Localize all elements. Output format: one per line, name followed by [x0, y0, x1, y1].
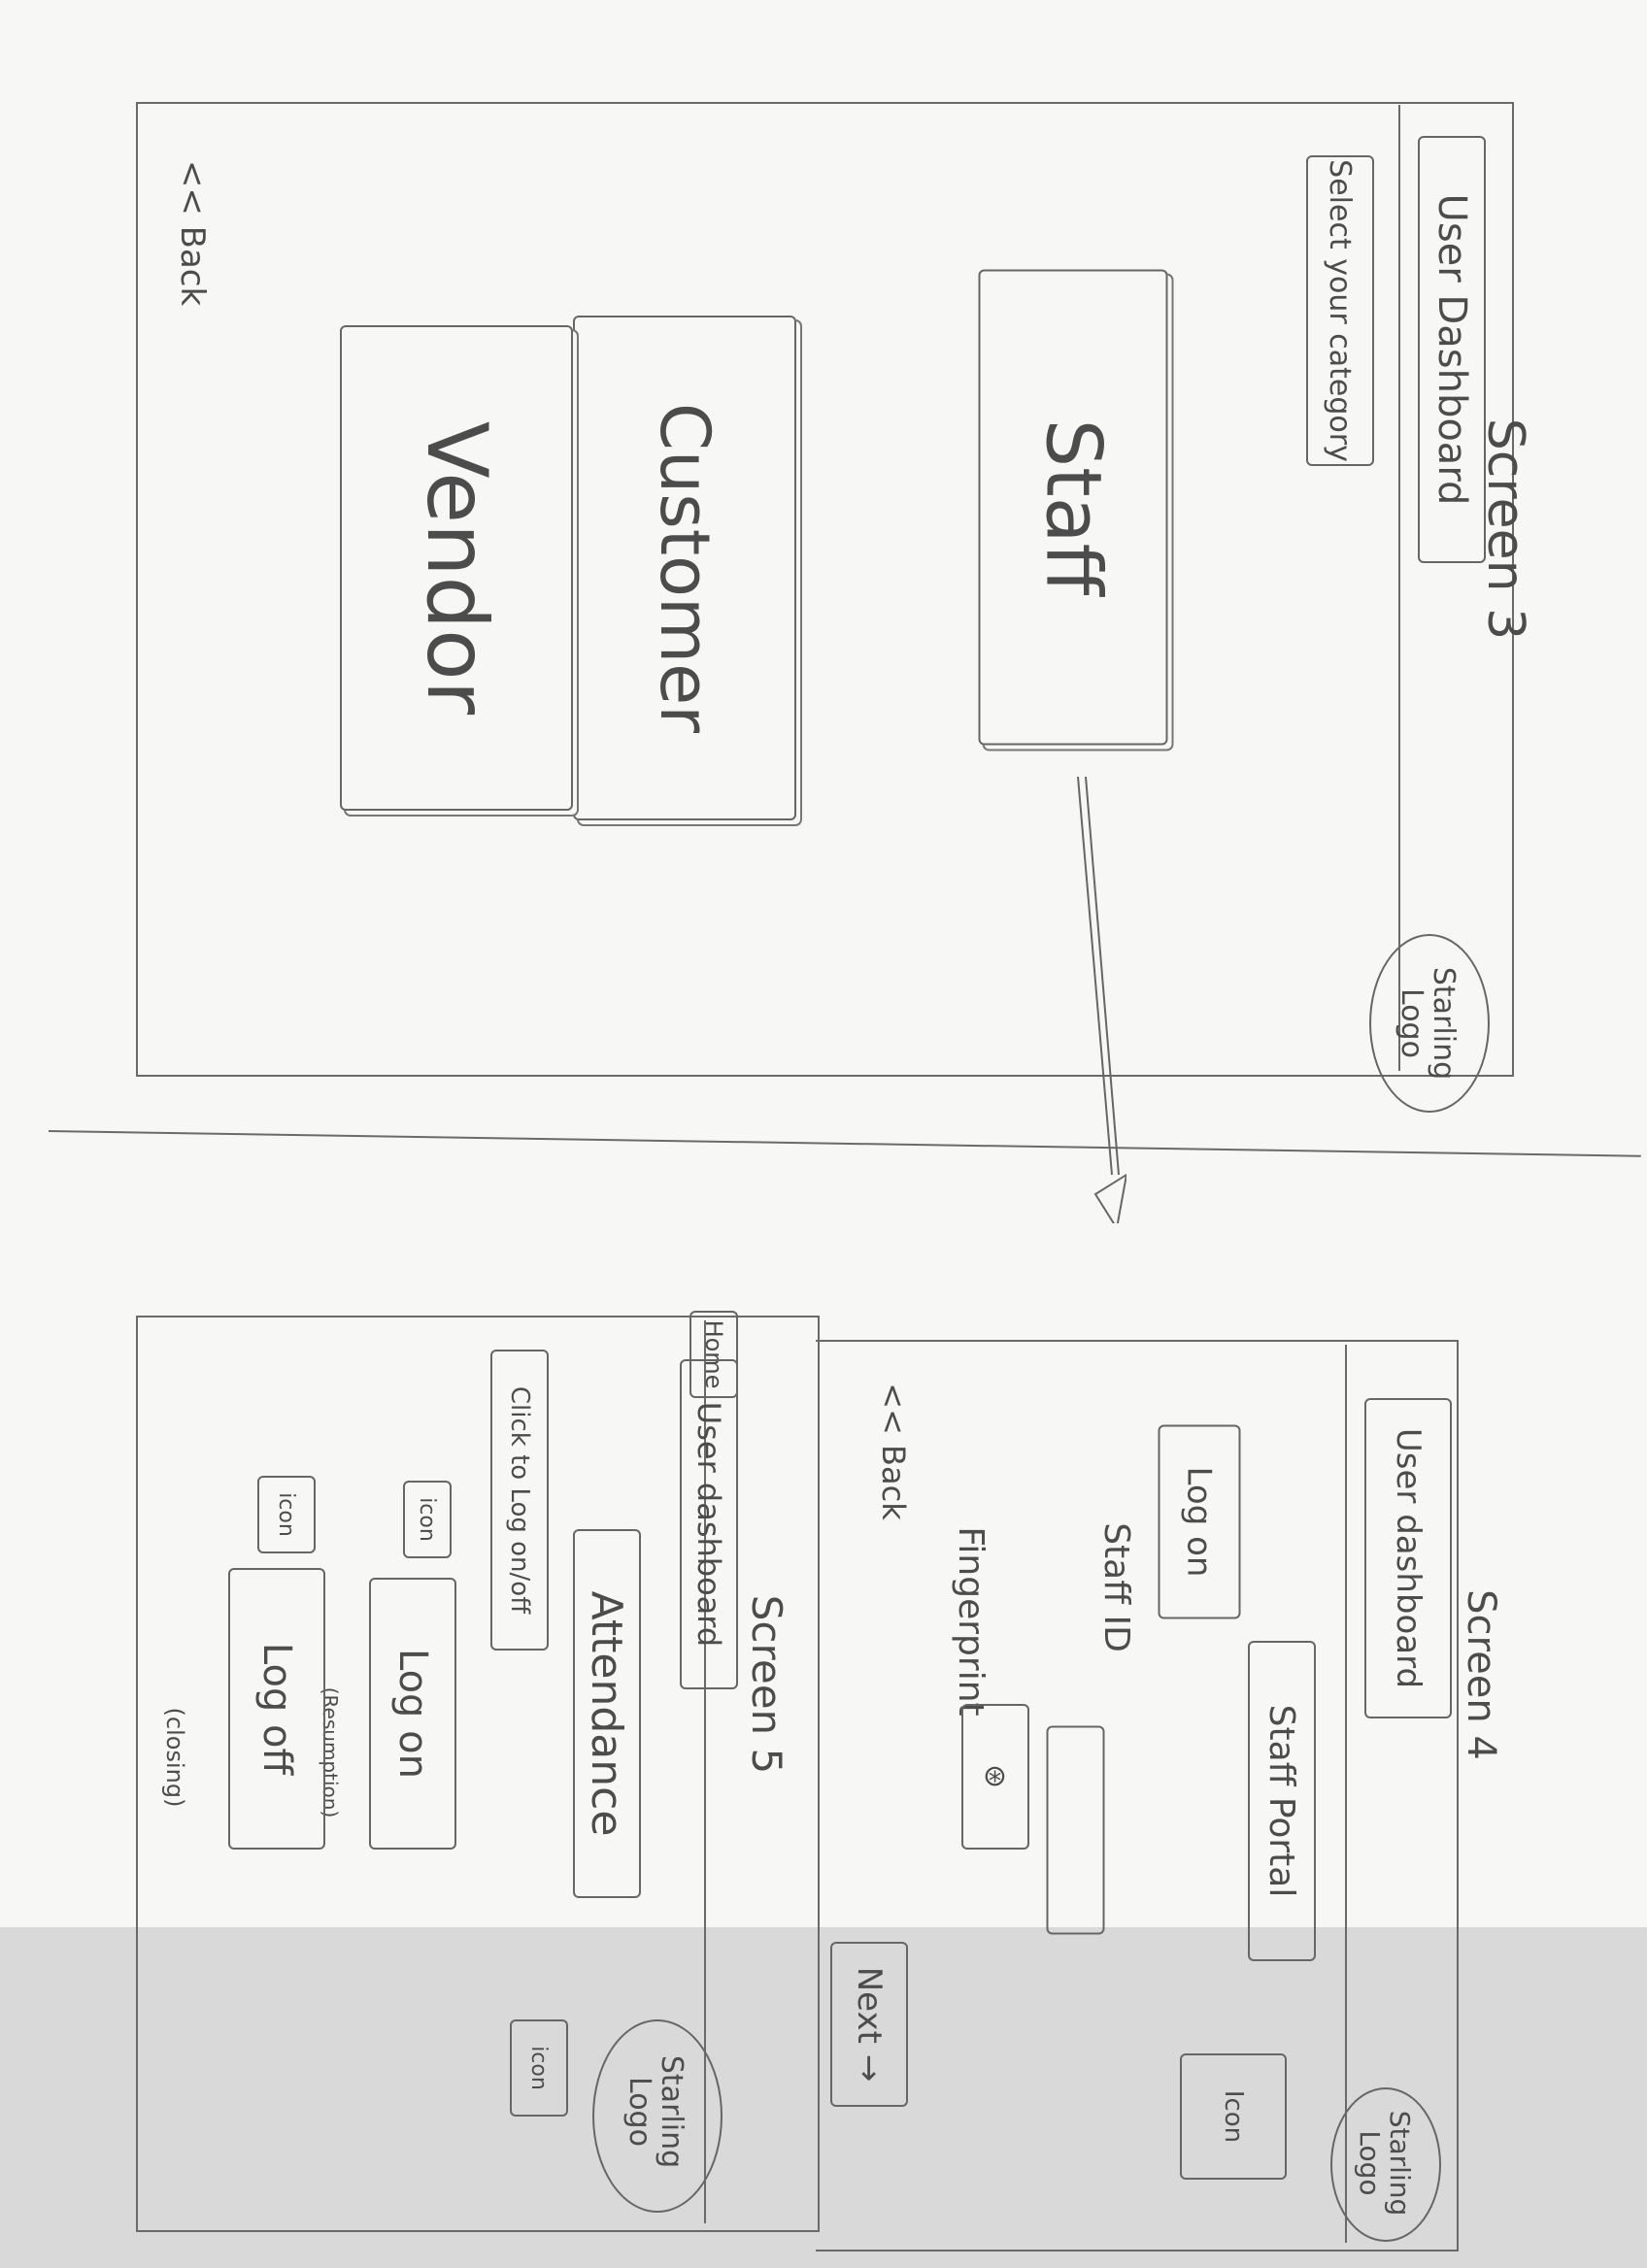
- logoff-closing-note: (closing): [161, 1707, 188, 1808]
- flow-arrow-icon: [1077, 777, 1126, 1223]
- screen3-back-link[interactable]: << Back: [163, 146, 221, 320]
- screen4-next-button[interactable]: Next →: [830, 1942, 908, 2107]
- logoff-closing-button[interactable]: Log off: [228, 1568, 325, 1850]
- fingerprint-icon: ⊛: [983, 1759, 1008, 1794]
- screen4-logon-button[interactable]: Log on: [1158, 1424, 1241, 1619]
- fingerprint-scanner[interactable]: ⊛: [961, 1704, 1029, 1850]
- screen5-icon-right[interactable]: icon: [510, 2019, 568, 2117]
- staff-id-field[interactable]: [1046, 1725, 1105, 1935]
- screen5-icon-top[interactable]: icon: [403, 1481, 452, 1558]
- screen5-header-label: User dashboard: [680, 1359, 738, 1689]
- screen3-prompt: Select your category: [1306, 155, 1374, 466]
- logon-resumption-button[interactable]: Log on: [369, 1578, 456, 1850]
- category-customer-button[interactable]: Customer: [573, 316, 796, 820]
- click-to-log-label: Click to Log on/off: [490, 1350, 549, 1651]
- screen3-header-line: [1398, 105, 1400, 1071]
- screen4-title: Screen 4: [1459, 1589, 1503, 1760]
- category-staff-button[interactable]: Staff: [978, 269, 1168, 746]
- screen5-logo-text: Starling Logo: [622, 2054, 689, 2169]
- screen3-header-label: User Dashboard: [1418, 136, 1486, 563]
- screen5-icon-left[interactable]: icon: [257, 1476, 316, 1553]
- attendance-label: Attendance: [573, 1529, 641, 1898]
- screen4-back-link[interactable]: << Back: [864, 1379, 923, 1524]
- screen4-header-label: User dashboard: [1364, 1398, 1452, 1718]
- staff-id-label: Staff ID: [1096, 1522, 1137, 1652]
- staff-portal-label: Staff Portal: [1248, 1641, 1316, 1961]
- screen4-icon-box[interactable]: Icon: [1180, 2053, 1287, 2180]
- screen5-title: Screen 5: [743, 1594, 791, 1775]
- category-vendor-button[interactable]: Vendor: [340, 325, 573, 811]
- screen3-logo-text: Starling Logo: [1395, 966, 1461, 1081]
- fingerprint-label: Fingerprint: [951, 1526, 992, 1717]
- screen4-logo-text: Starling Logo: [1354, 2110, 1416, 2217]
